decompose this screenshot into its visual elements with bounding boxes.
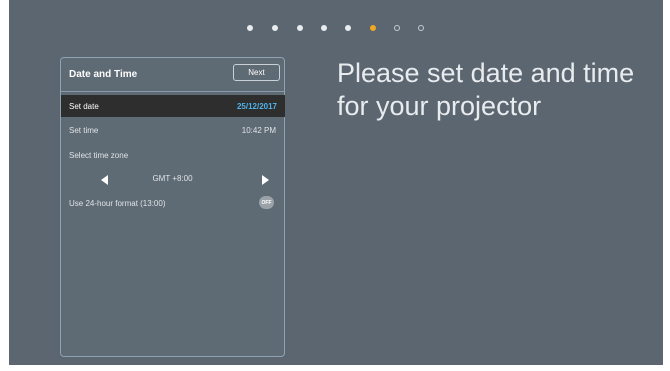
progress-dot-5	[345, 25, 351, 31]
progress-dot-8	[418, 25, 424, 31]
setup-screen: Date and Time Next Set date 25/12/2017 S…	[9, 0, 663, 365]
progress-dot-2	[272, 25, 278, 31]
arrow-right-icon[interactable]	[262, 175, 269, 185]
set-date-label: Set date	[69, 101, 99, 111]
next-button[interactable]: Next	[233, 64, 280, 81]
set-time-value: 10:42 PM	[241, 125, 276, 135]
set-time-row[interactable]: Set time 10:42 PM	[61, 119, 284, 141]
date-time-panel: Date and Time Next Set date 25/12/2017 S…	[60, 57, 285, 357]
title-divider	[61, 91, 284, 92]
set-date-row[interactable]: Set date 25/12/2017	[61, 95, 285, 117]
set-time-label: Set time	[69, 125, 99, 135]
panel-title: Date and Time	[69, 69, 138, 80]
progress-dot-3	[297, 25, 303, 31]
set-date-value: 25/12/2017	[236, 101, 277, 111]
time-zone-selector: GMT +8:00	[61, 171, 284, 189]
progress-dots	[9, 25, 663, 35]
time-zone-label: Select time zone	[69, 151, 129, 160]
progress-dot-1	[247, 25, 253, 31]
progress-dot-4	[321, 25, 327, 31]
format-24h-label: Use 24-hour format (13:00)	[69, 199, 166, 208]
progress-dot-current	[370, 25, 376, 31]
page-heading: Please set date and time for your projec…	[337, 58, 635, 121]
time-zone-value: GMT +8:00	[152, 174, 193, 183]
format-24h-toggle[interactable]: OFF	[259, 196, 274, 209]
progress-dot-7	[394, 25, 400, 31]
